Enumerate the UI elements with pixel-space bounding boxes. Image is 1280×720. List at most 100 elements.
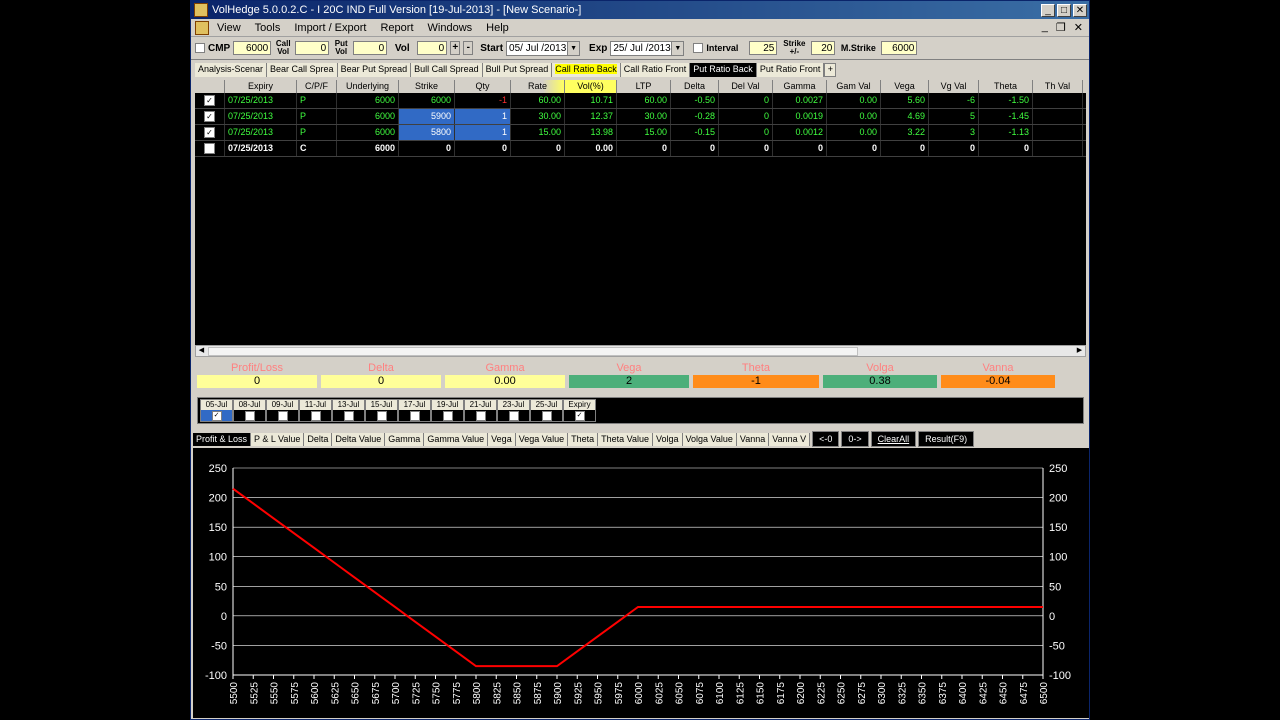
col-select-header[interactable] [195,80,225,93]
scroll-left-icon[interactable]: ◀ [196,346,207,356]
col-expiry-cell[interactable]: 07/25/2013 [225,109,297,124]
col-theta-cell[interactable]: -1.45 [979,109,1033,124]
date-checkbox[interactable] [343,410,354,421]
date-cell[interactable] [234,410,265,421]
col-vol-cell[interactable]: 10.71 [565,93,617,108]
col-delta-cell[interactable]: -0.28 [671,109,719,124]
chart-tab-vanna[interactable]: Vanna [736,432,770,446]
col-vol-cell[interactable]: 12.37 [565,109,617,124]
menu-windows[interactable]: Windows [428,22,473,34]
col-select-cell[interactable] [195,141,225,156]
date-cell[interactable] [366,410,397,421]
col-vg-val-cell[interactable]: 3 [929,125,979,140]
col-gam-val-header[interactable]: Gam Val [827,80,881,93]
row-checkbox[interactable] [204,143,215,155]
col-rate-cell[interactable]: 15.00 [511,125,565,140]
vol-input[interactable]: 0 [417,41,448,55]
col-del-val-header[interactable]: Del Val [719,80,773,93]
col-vol-cell[interactable]: 13.98 [565,125,617,140]
chart-tab-volga[interactable]: Volga [652,432,683,446]
start-date-picker[interactable]: 05/ Jul /2013 ▼ [506,40,581,56]
col-th-val-cell[interactable] [1033,125,1083,140]
col-gamma-header[interactable]: Gamma [773,80,827,93]
col-cpf-header[interactable]: C/P/F [297,80,337,93]
chart-tab-p-l-value[interactable]: P & L Value [251,432,305,446]
col-vega-cell[interactable]: 0 [881,141,929,156]
callvol-input[interactable]: 0 [295,41,330,55]
horizontal-scrollbar[interactable]: ◀ ▶ [195,345,1086,357]
scroll-right-icon[interactable]: ▶ [1074,346,1085,356]
col-cpf-cell[interactable]: P [297,125,337,140]
cmp-checkbox[interactable] [195,43,205,53]
cmp-input[interactable]: 6000 [233,41,272,55]
col-underlying-cell[interactable]: 6000 [337,109,399,124]
date-checkbox[interactable] [277,410,288,421]
row-checkbox[interactable]: ✓ [204,111,215,123]
table-row[interactable]: ✓ 07/25/2013 P 6000 6000 -1 60.00 10.71 60.00 -0.… [195,93,1086,109]
menu-view[interactable]: View [217,22,241,34]
child-close-icon[interactable]: ✕ [1074,21,1083,34]
col-gam-val-cell[interactable]: 0.00 [827,125,881,140]
col-delta-cell[interactable]: -0.15 [671,125,719,140]
date-checkbox[interactable]: ✓ [574,410,585,421]
col-cpf-cell[interactable]: P [297,93,337,108]
col-gamma-cell[interactable]: 0.0027 [773,93,827,108]
child-minimize-icon[interactable]: _ [1042,21,1048,34]
chart-tab-volga-value[interactable]: Volga Value [682,432,737,446]
date-cell[interactable] [531,410,562,421]
col-expiry-cell[interactable]: 07/25/2013 [225,141,297,156]
col-delta-header[interactable]: Delta [671,80,719,93]
date-cell[interactable] [399,410,430,421]
interval-checkbox[interactable] [693,43,704,53]
minimize-icon[interactable]: _ [1041,3,1055,17]
chart-tab-vanna-v[interactable]: Vanna V [769,432,811,446]
scroll-thumb[interactable] [208,347,858,356]
date-cell[interactable] [465,410,496,421]
date-checkbox[interactable] [541,410,552,421]
col-strike-cell[interactable]: 6000 [399,93,455,108]
close-icon[interactable]: ✕ [1073,3,1087,17]
mstrike-input[interactable]: 6000 [881,41,918,55]
col-cpf-cell[interactable]: C [297,141,337,156]
col-vega-header[interactable]: Vega [881,80,929,93]
clear-all-button[interactable]: ClearAll [870,431,917,447]
col-theta-cell[interactable]: -1.50 [979,93,1033,108]
col-select-cell[interactable]: ✓ [195,109,225,124]
date-cell[interactable] [300,410,331,421]
col-select-cell[interactable]: ✓ [195,93,225,108]
date-checkbox[interactable] [310,410,321,421]
col-expiry-cell[interactable]: 07/25/2013 [225,93,297,108]
col-expiry-cell[interactable]: 07/25/2013 [225,125,297,140]
table-row[interactable]: ✓ 07/25/2013 P 6000 5800 1 15.00 13.98 15.00 -0.1… [195,125,1086,141]
result-button[interactable]: Result(F9) [918,431,975,447]
col-del-val-cell[interactable]: 0 [719,141,773,156]
vol-plus-button[interactable]: + [450,41,461,55]
tab-bull-call-spread[interactable]: Bull Call Spread [411,63,483,77]
table-row[interactable]: ✓ 07/25/2013 P 6000 5900 1 30.00 12.37 30.00 -0.2… [195,109,1086,125]
chart-tab-vega[interactable]: Vega [488,432,516,446]
col-theta-header[interactable]: Theta [979,80,1033,93]
strike-range-input[interactable]: 20 [811,41,836,55]
date-cell[interactable]: ✓ [201,410,232,421]
date-checkbox[interactable]: ✓ [211,410,222,421]
col-vg-val-cell[interactable]: 5 [929,109,979,124]
col-th-val-header[interactable]: Th Val [1033,80,1083,93]
chart-tab-gamma-value[interactable]: Gamma Value [424,432,489,446]
col-del-val-cell[interactable]: 0 [719,109,773,124]
table-row[interactable]: 07/25/2013 C 6000 0 0 0 0.00 0 0 0 0 0 0 0 0 [195,141,1086,157]
col-strike-cell[interactable]: 5900 [399,109,455,124]
col-underlying-cell[interactable]: 6000 [337,125,399,140]
col-vega-cell[interactable]: 4.69 [881,109,929,124]
tab-analysis-scenario[interactable]: Analysis-Scenar [195,63,268,77]
col-delta-cell[interactable]: 0 [671,141,719,156]
date-cell[interactable] [333,410,364,421]
col-vol-cell[interactable]: 0.00 [565,141,617,156]
col-gamma-cell[interactable]: 0 [773,141,827,156]
col-th-val-cell[interactable] [1033,93,1083,108]
col-th-val-cell[interactable] [1033,141,1083,156]
tab-bear-put-spread[interactable]: Bear Put Spread [337,63,412,77]
col-ltp-cell[interactable]: 30.00 [617,109,671,124]
date-checkbox[interactable] [376,410,387,421]
menu-tools[interactable]: Tools [255,22,281,34]
col-vol-header[interactable]: Vol(%) [565,80,617,93]
